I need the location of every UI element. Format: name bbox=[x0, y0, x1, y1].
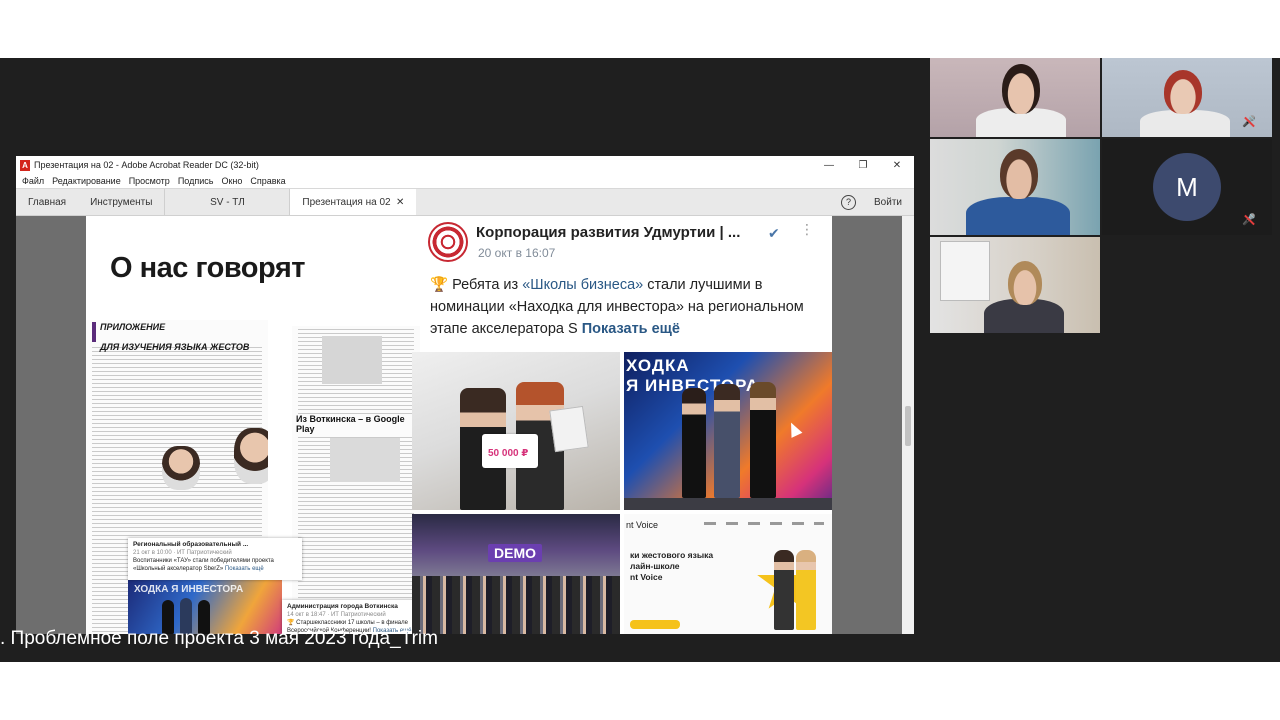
social-card-1-meta: 21 окт в 10:00 · ИТ Патриотический bbox=[133, 550, 232, 556]
participant-tile-5[interactable] bbox=[930, 237, 1100, 333]
video-caption: . Проблемное поле проекта 3 мая 2023 год… bbox=[0, 628, 438, 649]
demo-banner: DEMO bbox=[488, 544, 542, 562]
participant-tile-2[interactable]: 🎤 bbox=[1102, 58, 1272, 137]
photo-award: 50 000 ₽ bbox=[412, 352, 620, 510]
trophy-icon: 🏆 bbox=[430, 277, 449, 293]
slide-page: О нас говорят ПРИЛОЖЕНИЕ ДЛЯ ИЗУЧЕНИЯ ЯЗ… bbox=[86, 216, 832, 634]
social-card-1-name: Региональный образовательный ... bbox=[133, 541, 249, 548]
minimize-button[interactable]: — bbox=[812, 160, 846, 171]
signin-button[interactable]: Войти bbox=[874, 197, 902, 208]
promo-brand: nt Voice bbox=[626, 520, 659, 530]
menu-help[interactable]: Справка bbox=[250, 176, 285, 186]
show-more-link: Показать ещё bbox=[581, 321, 680, 337]
tab-close-icon[interactable]: ✕ bbox=[396, 197, 404, 208]
social-card-1: Региональный образовательный ... 21 окт … bbox=[128, 538, 302, 580]
photo-promo-page: nt Voice ки жестового языка лайн-школе nt … bbox=[624, 514, 832, 634]
promo-button bbox=[630, 620, 680, 629]
tab-bar: Главная Инструменты SV - ТЛ Презентация … bbox=[16, 188, 914, 216]
newspaper-caption: Из Воткинска – в Google Play bbox=[296, 414, 420, 434]
vertical-scrollbar[interactable] bbox=[902, 216, 914, 634]
social-card-1-more: Показать ещё bbox=[224, 566, 264, 572]
post-text-part: Ребята из bbox=[448, 277, 523, 293]
post-author: Корпорация развития Удмуртии | ... bbox=[476, 224, 741, 241]
help-icon[interactable]: ? bbox=[841, 194, 857, 210]
corporation-logo-icon bbox=[428, 222, 468, 262]
tab-home[interactable]: Главная bbox=[16, 189, 78, 215]
post-link: «Школы бизнеса» bbox=[522, 277, 644, 293]
maximize-button[interactable]: ❐ bbox=[846, 160, 880, 171]
mini-slide-photo: ХОДКА Я ИНВЕСТОРА bbox=[128, 580, 282, 634]
student-photo bbox=[162, 446, 200, 490]
menu-bar: Файл Редактирование Просмотр Подпись Окн… bbox=[16, 174, 914, 188]
window-titlebar: A Презентация на 02 - Adobe Acrobat Read… bbox=[16, 156, 914, 174]
tab-tools[interactable]: Инструменты bbox=[78, 189, 164, 215]
photo-demo-day: DEMO bbox=[412, 514, 620, 634]
newspaper-header-line2: ДЛЯ ИЗУЧЕНИЯ ЯЗЫКА ЖЕСТОВ bbox=[100, 342, 250, 352]
promo-line3: nt Voice bbox=[630, 572, 663, 582]
slide-title: О нас говорят bbox=[110, 252, 305, 284]
mic-off-icon: 🎤 bbox=[1242, 116, 1256, 128]
menu-view[interactable]: Просмотр bbox=[129, 176, 170, 186]
newspaper-header-line1: ПРИЛОЖЕНИЕ bbox=[100, 322, 166, 332]
award-sign: 50 000 ₽ bbox=[482, 434, 538, 468]
newspaper-clipping-2: Из Воткинска – в Google Play bbox=[292, 326, 420, 634]
tab-doc-sv[interactable]: SV - ТЛ bbox=[164, 189, 291, 215]
close-button[interactable]: ✕ bbox=[880, 160, 914, 171]
promo-heading: ки жестового языка лайн-школе nt Voice bbox=[630, 550, 713, 583]
participant-tile-4[interactable]: M 🎤 bbox=[1102, 139, 1272, 235]
mini-slide-text: ХОДКА Я ИНВЕСТОРА bbox=[134, 584, 244, 595]
menu-sign[interactable]: Подпись bbox=[178, 176, 214, 186]
menu-edit[interactable]: Редактирование bbox=[52, 176, 121, 186]
verified-icon: ✔ bbox=[768, 225, 780, 241]
document-area[interactable]: О нас говорят ПРИЛОЖЕНИЕ ДЛЯ ИЗУЧЕНИЯ ЯЗ… bbox=[16, 216, 914, 634]
acrobat-logo-icon: A bbox=[20, 159, 30, 171]
award-sign-value: 50 000 ₽ bbox=[488, 448, 529, 459]
post-date: 20 окт в 16:07 bbox=[478, 246, 556, 260]
banner-text-line1: ХОДКА bbox=[626, 356, 690, 375]
student-photo bbox=[234, 428, 268, 484]
tab-doc-presentation[interactable]: Презентация на 02 ✕ bbox=[290, 189, 417, 215]
more-options-icon: ⋮ bbox=[800, 221, 814, 237]
promo-line2: лайн-школе bbox=[630, 561, 680, 571]
participant-avatar: M bbox=[1153, 153, 1221, 221]
acrobat-window: A Презентация на 02 - Adobe Acrobat Read… bbox=[16, 156, 914, 634]
menu-window[interactable]: Окно bbox=[221, 176, 242, 186]
mic-off-icon: 🎤 bbox=[1242, 214, 1256, 226]
tab-doc-presentation-label: Презентация на 02 bbox=[302, 196, 391, 208]
participant-tile-1[interactable] bbox=[930, 58, 1100, 137]
post-text: 🏆 Ребята из «Школы бизнеса» стали лучшим… bbox=[430, 274, 828, 340]
promo-line1: ки жестового языка bbox=[630, 550, 714, 560]
newspaper-header: ПРИЛОЖЕНИЕ ДЛЯ ИЗУЧЕНИЯ ЯЗЫКА ЖЕСТОВ bbox=[92, 322, 262, 352]
participant-tile-3[interactable] bbox=[930, 139, 1100, 235]
window-title: Презентация на 02 - Adobe Acrobat Reader… bbox=[34, 160, 259, 170]
menu-file[interactable]: Файл bbox=[22, 176, 44, 186]
